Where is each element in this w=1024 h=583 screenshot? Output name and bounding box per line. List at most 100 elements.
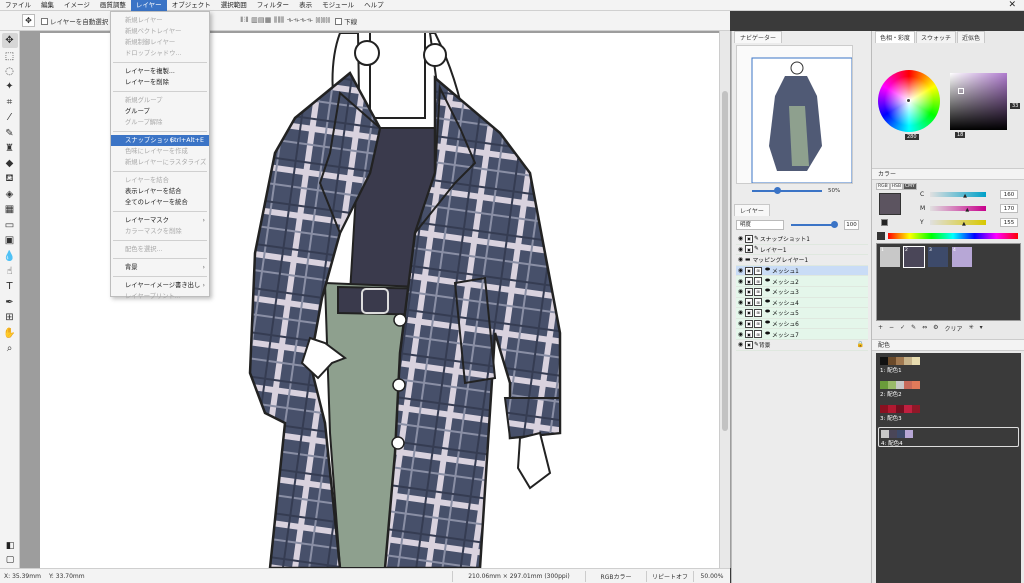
swatch[interactable]: 2 <box>903 246 925 268</box>
mapping-icon[interactable]: ▣ <box>2 233 18 248</box>
opacity-slider[interactable] <box>791 221 838 228</box>
star-icon[interactable]: ✳ <box>969 324 974 333</box>
swatch[interactable]: 1 <box>880 247 900 267</box>
layer-menu-item[interactable]: レイヤーマスク › <box>111 215 209 226</box>
check-icon[interactable]: ✓ <box>900 324 905 333</box>
menu-item-4[interactable]: レイヤー <box>130 0 167 11</box>
tab-palette[interactable]: 配色 <box>878 342 890 349</box>
menu-item-2[interactable]: イメージ <box>59 0 95 11</box>
layer-menu-item[interactable]: 背景 › <box>111 262 209 273</box>
eye-icon[interactable]: ◉ <box>736 320 745 327</box>
menu-item-0[interactable]: ファイル <box>0 0 36 11</box>
chevron-down-icon[interactable]: ▾ <box>980 324 983 333</box>
crop-icon[interactable]: ⌗ <box>2 95 18 110</box>
layer-menu-item[interactable]: スナップショット Ctrl+Alt+E <box>111 135 209 146</box>
cmy-slider-c[interactable] <box>930 191 986 197</box>
move-tool-option-icon[interactable]: ✥ <box>22 14 35 27</box>
menu-item-5[interactable]: オブジェクト <box>167 0 216 11</box>
layer-row[interactable]: ◉ ▣ ✎ 背景 🔒 <box>736 340 868 351</box>
cmy-value[interactable]: 155 <box>1000 217 1018 227</box>
blend-mode-select[interactable]: 明度 <box>736 220 784 230</box>
add-icon[interactable]: + <box>878 324 883 333</box>
quick-mask-icon[interactable]: ▢ <box>2 554 18 565</box>
layer-menu-item[interactable]: 表示レイヤーを結合 <box>111 186 209 197</box>
tab-color-1[interactable]: スウォッチ <box>916 31 957 43</box>
eye-icon[interactable]: ◉ <box>736 246 745 253</box>
layer-menu-item[interactable]: レイヤーイメージ書き出し › <box>111 280 209 291</box>
layer-menu-item[interactable]: グループ <box>111 106 209 117</box>
eye-icon[interactable]: ◉ <box>736 309 745 316</box>
layer-row[interactable]: ◉ ▣ ⊞ ⬬ メッシュ2 <box>736 276 868 287</box>
menu-item-6[interactable]: 選択範囲 <box>216 0 252 11</box>
layer-row[interactable]: ◉ ▣ ⊞ ⬬ メッシュ6 <box>736 318 868 330</box>
palette-item[interactable]: 3: 配色3 <box>878 403 1019 423</box>
hue-bar[interactable] <box>888 233 1018 239</box>
layer-row[interactable]: ◉ ▣ ✎ スナップショット1 <box>736 234 868 245</box>
eye-icon[interactable]: ◉ <box>736 299 745 306</box>
eye-icon[interactable]: ◉ <box>736 278 745 285</box>
layer-row[interactable]: ◉ ▣ ⊞ ⬬ メッシュ3 <box>736 286 868 298</box>
settings-icon[interactable]: ⚙ <box>933 324 938 333</box>
menu-item-1[interactable]: 編集 <box>36 0 59 11</box>
eraser-icon[interactable]: ◆ <box>2 156 18 171</box>
color-mode-hsb[interactable]: HSB <box>889 183 904 190</box>
color-mode-rgb[interactable]: RGB <box>876 183 890 190</box>
eye-icon[interactable]: ◉ <box>736 267 745 274</box>
sub-color-swatch[interactable] <box>881 219 888 226</box>
drop-icon[interactable]: 💧 <box>2 248 18 263</box>
palette-item[interactable]: 4: 配色4 <box>878 427 1019 447</box>
palette-item[interactable]: 1: 配色1 <box>878 355 1019 375</box>
menu-item-9[interactable]: モジュール <box>317 0 359 11</box>
gradient-fill-icon[interactable]: ◈ <box>2 187 18 202</box>
clear-button[interactable]: クリア <box>945 324 963 333</box>
close-icon[interactable]: ✕ <box>1008 0 1016 11</box>
eye-icon[interactable]: ◉ <box>736 331 745 338</box>
brush-icon[interactable]: ✎ <box>2 125 18 140</box>
layer-menu-item[interactable]: レイヤーを複製... <box>111 66 209 77</box>
minus-icon[interactable]: − <box>889 324 894 333</box>
text-icon[interactable]: T <box>2 279 18 294</box>
layer-row[interactable]: ◉ ▣ ⊞ ⬬ メッシュ5 <box>736 308 868 319</box>
smudge-icon[interactable]: ☝ <box>2 264 18 279</box>
layer-row[interactable]: ◉ ▣ ✎ レイヤー1 <box>736 245 868 256</box>
tab-color-0[interactable]: 色相・彩度 <box>875 31 916 43</box>
pen-icon[interactable]: ✎ <box>911 324 916 333</box>
menu-item-3[interactable]: 画質調整 <box>95 0 131 11</box>
eyedropper-icon[interactable]: ⁄ <box>2 110 18 125</box>
tab-color-2[interactable]: 近似色 <box>957 31 986 43</box>
color-mode[interactable]: RGBカラー <box>586 572 646 581</box>
tab-navigator[interactable]: ナビゲーター <box>734 31 783 43</box>
cmy-slider-y[interactable] <box>930 219 986 225</box>
cmy-value[interactable]: 170 <box>1000 203 1018 213</box>
menu-item-10[interactable]: ヘルプ <box>359 0 389 11</box>
layer-row[interactable]: ◉ ▬ マッピングレイヤー1 <box>736 255 868 266</box>
magic-wand-icon[interactable]: ✦ <box>2 79 18 94</box>
swatch[interactable]: 4 <box>952 247 972 267</box>
menu-item-8[interactable]: 表示 <box>294 0 317 11</box>
stamp-icon[interactable]: ♜ <box>2 141 18 156</box>
color-mode-cmy[interactable]: CMY <box>903 183 917 190</box>
mesh-icon[interactable]: ⊞ <box>2 310 18 325</box>
eye-icon[interactable]: ◉ <box>736 341 745 348</box>
repeat-toggle[interactable]: リピートオフ <box>647 572 693 581</box>
saturation-brightness-box[interactable] <box>950 73 1007 130</box>
layer-menu-item[interactable]: レイヤーを削除 <box>111 77 209 88</box>
eye-icon[interactable]: ◉ <box>736 256 745 263</box>
swatch[interactable]: 3 <box>928 247 948 267</box>
zoom-value[interactable]: 50.00% <box>694 573 730 580</box>
tab-layers[interactable]: レイヤー <box>734 204 770 216</box>
color-swap-icon[interactable]: ◧ <box>2 540 18 551</box>
layer-menu-item[interactable]: 全てのレイヤーを統合 <box>111 197 209 208</box>
marquee-icon[interactable]: ⬚ <box>2 48 18 63</box>
underline-checkbox[interactable]: 下線 <box>335 16 357 26</box>
navigator-thumbnail[interactable] <box>736 45 853 184</box>
layer-row[interactable]: ◉ ▣ ⊞ ⬬ メッシュ4 <box>736 297 868 309</box>
menu-item-7[interactable]: フィルター <box>252 0 294 11</box>
eye-icon[interactable]: ◉ <box>736 288 745 295</box>
eye-icon[interactable]: ◉ <box>736 235 745 242</box>
main-color-swatch[interactable] <box>879 193 901 215</box>
align-icons[interactable]: ⫴ ⫶ ⫴ ▥ ▤ ▦ ⫼ ⫼ ⫼ ⟛ ⟛ ⟛ ⟛ ⫾ ⫾ ⫾ ⫾ ⫾ ⫾ <box>240 16 330 25</box>
cmy-value[interactable]: 160 <box>1000 189 1018 199</box>
auto-select-layer-checkbox[interactable]: レイヤーを自動選択 <box>41 16 108 26</box>
cmy-slider-m[interactable] <box>930 205 986 211</box>
